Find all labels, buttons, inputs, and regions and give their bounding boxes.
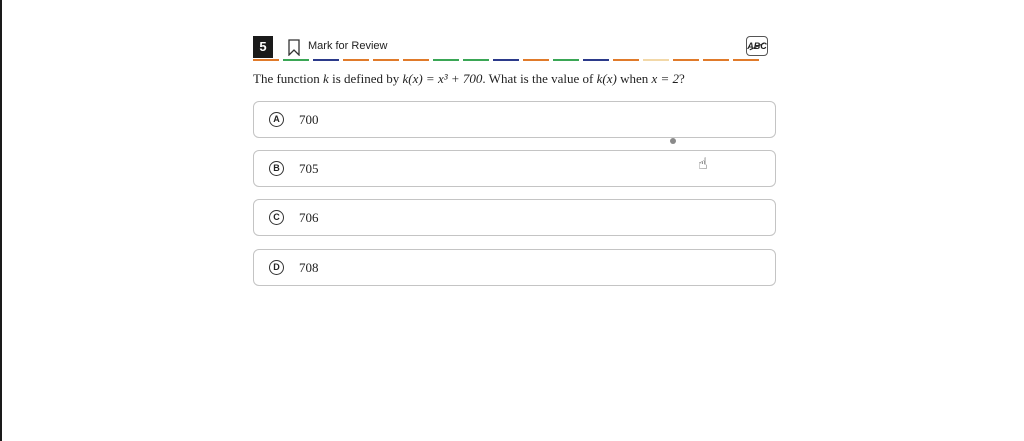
progress-dash — [403, 59, 429, 61]
left-window-edge — [0, 0, 2, 441]
answer-option-d[interactable]: D 708 — [253, 249, 776, 286]
pointer-dot — [670, 138, 676, 144]
progress-dash — [373, 59, 399, 61]
bookmark-icon[interactable] — [287, 39, 301, 56]
progress-dash — [343, 59, 369, 61]
option-text-c: 706 — [299, 210, 319, 225]
option-letter-a: A — [269, 112, 284, 127]
answer-option-c[interactable]: C 706 — [253, 199, 776, 236]
answer-option-a[interactable]: A 700 — [253, 101, 776, 138]
progress-dash — [463, 59, 489, 61]
question-number: 5 — [253, 36, 273, 58]
question-text: The function k is defined by k(x) = x³ +… — [253, 71, 685, 86]
option-text-d: 708 — [299, 260, 319, 275]
progress-dash — [643, 59, 669, 61]
progress-dash — [703, 59, 729, 61]
progress-dash — [253, 59, 279, 61]
progress-dash — [283, 59, 309, 61]
option-text-b: 705 — [299, 161, 319, 176]
question-header: 5 Mark for Review ABC — [253, 36, 776, 58]
progress-dash — [313, 59, 339, 61]
progress-dash — [553, 59, 579, 61]
progress-dash-bar — [253, 59, 776, 62]
option-letter-d: D — [269, 260, 284, 275]
option-letter-c: C — [269, 210, 284, 225]
option-text-a: 700 — [299, 112, 319, 127]
progress-dash — [583, 59, 609, 61]
mark-for-review-button[interactable]: Mark for Review — [308, 40, 387, 52]
progress-dash — [673, 59, 699, 61]
option-letter-b: B — [269, 161, 284, 176]
progress-dash — [733, 59, 759, 61]
progress-dash — [433, 59, 459, 61]
progress-dash — [523, 59, 549, 61]
answer-eliminator-button[interactable]: ABC — [746, 36, 768, 56]
progress-dash — [493, 59, 519, 61]
progress-dash — [613, 59, 639, 61]
hand-cursor-icon: ☝ — [698, 156, 708, 173]
